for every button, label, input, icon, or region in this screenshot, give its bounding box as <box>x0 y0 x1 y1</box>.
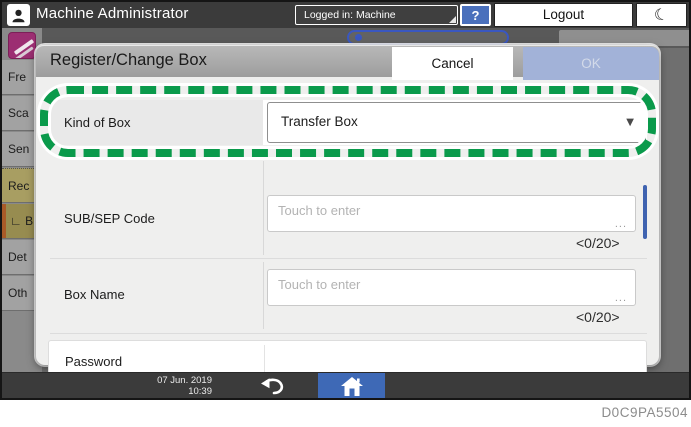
main-area: Fre Sca Sen Rec ∟ B Det Oth Register/Cha… <box>2 28 689 372</box>
sub-sep-code-field[interactable]: Touch to enter ... <box>267 195 636 232</box>
energy-saver-button[interactable]: ☾ <box>636 3 687 27</box>
sub-sep-code-placeholder: Touch to enter <box>278 203 361 218</box>
date-time: 07 Jun. 2019 10:39 <box>132 375 212 397</box>
cancel-button[interactable]: Cancel <box>392 47 513 80</box>
help-button[interactable]: ? <box>460 4 491 26</box>
dialog-scrollbar-thumb[interactable] <box>643 185 647 239</box>
column-divider <box>264 345 265 372</box>
kind-of-box-value: Transfer Box <box>281 114 358 129</box>
login-status-corner-icon <box>449 16 456 23</box>
figure-caption: D0C9PA5504 <box>601 405 688 420</box>
bottom-bar: 07 Jun. 2019 10:39 <box>2 372 689 398</box>
sub-sep-code-label: SUB/SEP Code <box>64 211 155 226</box>
box-name-field[interactable]: Touch to enter ... <box>267 269 636 306</box>
date-text: 07 Jun. 2019 <box>157 375 212 386</box>
dialog-title: Register/Change Box <box>50 51 207 69</box>
column-divider <box>263 262 264 329</box>
login-status-text: Logged in: Machine Administrator <box>304 9 396 21</box>
login-status-box[interactable]: Logged in: Machine Administrator <box>295 5 458 25</box>
column-divider <box>263 161 264 255</box>
person-icon <box>12 9 25 22</box>
register-change-box-dialog: Register/Change Box Cancel OK Kind of Bo… <box>36 45 659 372</box>
home-icon <box>340 376 363 396</box>
kind-of-box-row: Kind of Box Transfer Box ▼ <box>50 100 647 145</box>
chevron-down-icon: ▼ <box>626 117 634 128</box>
top-bar: Machine Administrator Logged in: Machine… <box>2 2 689 28</box>
sub-sep-code-counter: <0/20> <box>576 235 620 251</box>
box-name-placeholder: Touch to enter <box>278 277 361 292</box>
kind-of-box-dropdown[interactable]: Transfer Box ▼ <box>267 102 646 143</box>
logged-in-user-name: Machine Administrator <box>36 5 189 22</box>
background-search-dot-icon <box>355 34 362 41</box>
screenshot-root: Machine Administrator Logged in: Machine… <box>0 0 691 427</box>
row-separator <box>50 258 647 259</box>
home-button[interactable] <box>318 373 385 398</box>
fax-icon <box>8 32 36 59</box>
dialog-title-bar: Register/Change Box Cancel OK <box>36 45 659 80</box>
device-screen: Machine Administrator Logged in: Machine… <box>0 0 691 400</box>
back-arrow-icon <box>261 378 284 395</box>
dialog-body: Kind of Box Transfer Box ▼ SUB/SEP Code … <box>36 77 659 372</box>
password-row[interactable]: Password ... <box>48 340 647 372</box>
password-label: Password <box>65 354 123 369</box>
back-button[interactable] <box>245 373 301 398</box>
box-name-label: Box Name <box>64 287 125 302</box>
row-separator <box>50 333 647 334</box>
time-text: 10:39 <box>188 386 212 397</box>
user-icon <box>7 4 30 26</box>
box-name-counter: <0/20> <box>576 309 620 325</box>
background-button <box>559 30 689 46</box>
more-indicator: ... <box>614 292 627 304</box>
logout-button[interactable]: Logout <box>494 3 633 27</box>
kind-of-box-label: Kind of Box <box>50 100 263 145</box>
background-search-pill <box>347 30 509 45</box>
more-indicator: ... <box>614 218 627 230</box>
ok-button[interactable]: OK <box>523 47 659 80</box>
moon-icon: ☾ <box>652 3 671 26</box>
